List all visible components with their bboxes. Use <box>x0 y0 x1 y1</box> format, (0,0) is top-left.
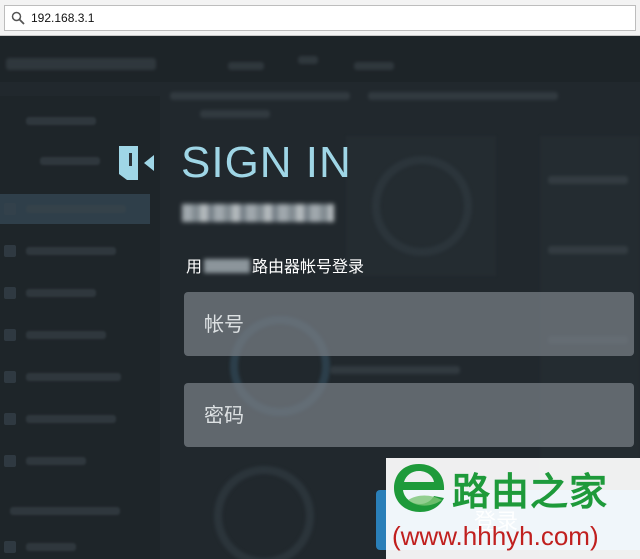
magnifier-icon <box>5 11 31 25</box>
site-watermark: 路由之家 (www.hhhyh.com) <box>386 458 640 559</box>
username-input[interactable] <box>184 292 634 356</box>
masked-model-name <box>182 204 334 222</box>
url-text: 192.168.3.1 <box>31 11 95 25</box>
subtitle-prefix: 用 <box>186 257 203 276</box>
browser-address-bar: 192.168.3.1 <box>0 0 640 36</box>
url-field[interactable]: 192.168.3.1 <box>4 5 636 31</box>
login-subtitle: 用 路由器帐号登录 <box>186 253 364 277</box>
subtitle-suffix: 路由器帐号登录 <box>252 257 365 276</box>
password-input[interactable] <box>184 383 634 447</box>
sign-in-door-icon <box>116 144 156 186</box>
sign-in-title: SIGN IN <box>181 138 352 187</box>
masked-brand-text <box>204 259 251 273</box>
watermark-name: 路由之家 <box>452 470 609 514</box>
e-leaf-logo-icon <box>390 460 448 520</box>
watermark-url: (www.hhhyh.com) <box>392 521 599 551</box>
